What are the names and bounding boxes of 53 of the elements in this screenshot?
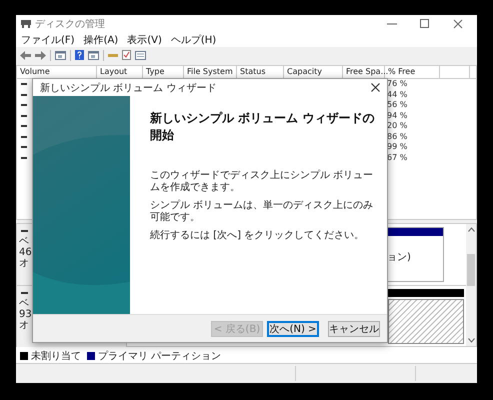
scrollbar[interactable] [466,224,476,346]
panel-icon[interactable] [88,50,99,60]
table-cell: 44 % [387,90,408,100]
table-cell: 56 % [387,100,408,110]
help-icon[interactable] [75,50,84,60]
checked-document-icon[interactable] [122,50,131,60]
table-cell: 20 % [387,121,408,132]
legend-label: 未割り当て [31,350,81,363]
panel-icon[interactable] [55,50,66,60]
window-icon[interactable] [135,50,146,60]
close-icon[interactable] [371,83,380,92]
maximize-icon[interactable] [420,18,430,28]
disk-label-text: ベ [19,236,30,247]
disk-label-text: オ [19,258,30,269]
disk-label-text: 93 [19,309,33,320]
scroll-down-icon[interactable] [468,338,474,343]
unallocated-block[interactable] [388,289,464,344]
disk-label-text: ベ [19,298,30,309]
wizard-text: 続行するには [次へ] をクリックしてください。 [150,230,366,242]
volume-icon [21,146,27,148]
volume-icon [21,83,27,86]
menu-item[interactable]: 操作(A) [84,32,118,46]
table-cell: 99 % [387,142,408,152]
wizard-text: シンプル ボリュームは、単一のディスク上にのみ可能です。 [150,200,374,224]
volume-icon [21,156,27,159]
disk-label-text: オ [19,320,30,331]
table-cell: 86 % [387,132,408,142]
menu-item[interactable]: ヘルプ(H) [170,32,216,46]
disk-label-text: 46 [19,247,33,258]
volume-icon [21,125,27,128]
scroll-thumb[interactable] [467,254,475,286]
partition-text: ョン) [387,251,412,264]
volume-icon [21,104,27,106]
dialog-button[interactable]: キャンセル [328,320,380,336]
wizard-text: このウィザードでディスク上にシンプル ボリュームを作成できます。 [150,170,374,194]
dialog-title: 新しいシンプル ボリューム ウィザード [40,82,216,94]
scroll-up-icon[interactable] [468,227,474,232]
window-title: ディスクの管理 [35,18,105,30]
close-icon[interactable] [453,18,463,28]
forward-arrow-icon[interactable] [35,50,46,60]
partition-block[interactable]: ョン) [386,227,444,282]
table-cell: 76 % [387,79,408,90]
disk-icon [20,18,32,28]
volume-icon [21,94,27,96]
back-arrow-icon[interactable] [20,50,31,60]
volume-icon [21,136,27,138]
wizard-heading: 新しいシンプル ボリューム ウィザードの開始 [150,110,375,144]
menu-item[interactable]: 表示(V) [127,32,162,46]
legend-label: プライマリ パーティション [98,350,222,363]
table-cell: 94 % [387,110,408,121]
dialog-button[interactable]: 次へ(N) > [267,320,319,336]
volume-icon [21,114,27,117]
menu-item[interactable]: ファイル(F) [21,32,75,46]
